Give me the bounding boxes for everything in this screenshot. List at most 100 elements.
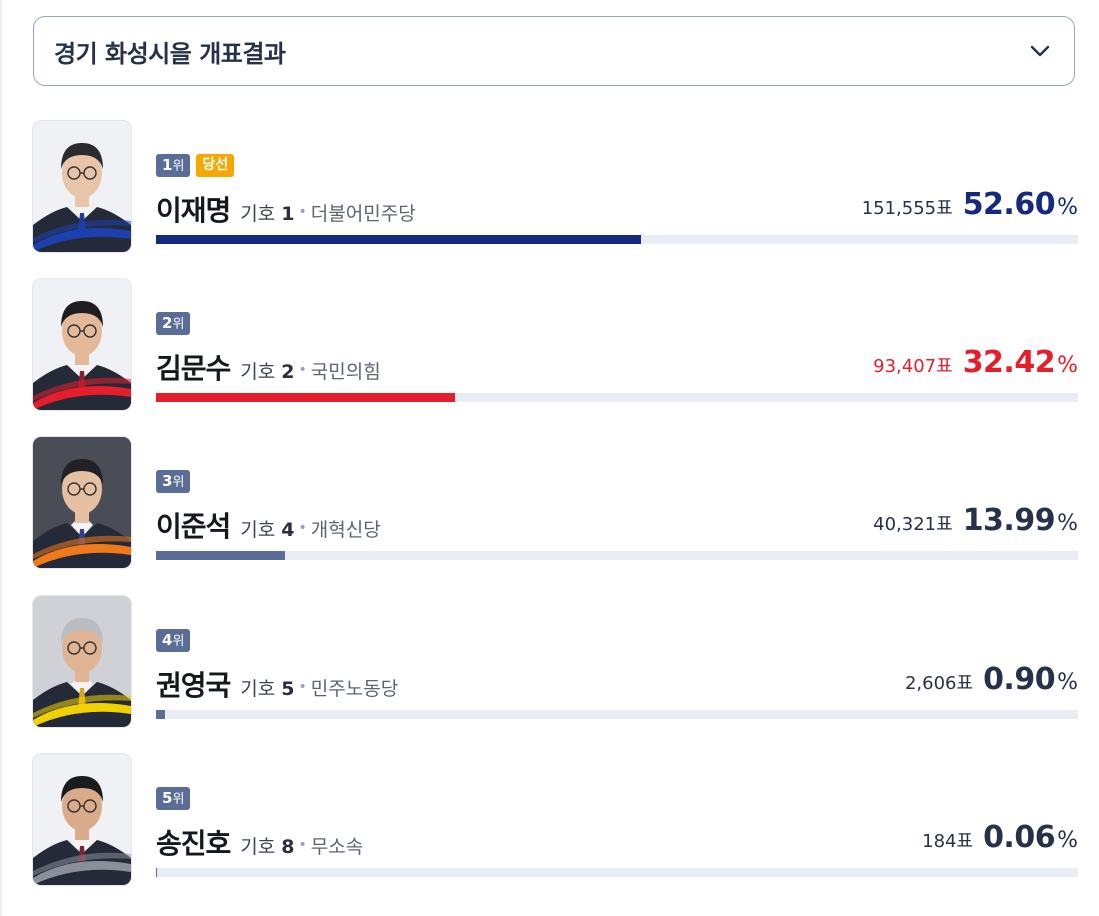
ballot-number-label: 기호: [240, 678, 276, 700]
vote-share-bar: [156, 868, 1078, 877]
rank-badge: 3위: [156, 470, 191, 493]
candidate-row: 5위 송진호 기호 8 • 무소속 184표 0.06%: [33, 754, 1078, 886]
vote-result: 93,407표 32.42%: [873, 345, 1078, 380]
vote-percent: 32.42: [962, 345, 1056, 380]
vote-count-value: 2,606: [904, 673, 957, 694]
ballot-number-value: 8: [281, 836, 295, 858]
district-select[interactable]: 경기 화성시을 개표결과: [33, 16, 1075, 86]
separator-dot: •: [298, 679, 307, 695]
vote-percent: 0.90: [983, 662, 1056, 697]
candidate-photo: [33, 279, 131, 410]
vote-share-fill: [156, 235, 641, 244]
rank-badge: 2위: [156, 312, 191, 335]
candidate-name: 권영국: [156, 669, 231, 702]
party-name: 국민의힘: [310, 361, 381, 383]
badge-group: 5위: [156, 787, 191, 810]
ballot-number-label: 기호: [240, 519, 276, 541]
rank-suffix: 위: [172, 792, 185, 807]
vote-count-unit: 표: [956, 673, 974, 694]
vote-count: 151,555표: [862, 194, 953, 220]
vote-count-unit: 표: [936, 198, 953, 219]
district-select-label: 경기 화성시을 개표결과: [54, 39, 286, 68]
vote-count-value: 93,407: [873, 356, 937, 377]
candidate-photo: [33, 437, 131, 568]
candidate-info: 2위 김문수 기호 2 • 국민의힘 93,407표 32.42%: [156, 279, 1078, 410]
vote-share-fill: [156, 710, 165, 719]
left-divider: [0, 0, 2, 916]
name-line: 이준석 기호 4 • 개혁신당: [156, 505, 381, 545]
vote-result: 151,555표 52.60%: [862, 187, 1078, 222]
name-line: 송진호 기호 8 • 무소속: [156, 822, 363, 862]
badge-group: 3위: [156, 470, 191, 493]
rank-number: 4: [162, 631, 173, 649]
party-name: 민주노동당: [310, 678, 399, 700]
badge-group: 2위: [156, 312, 191, 335]
rank-badge: 1위: [156, 154, 191, 177]
vote-share-bar: [156, 235, 1078, 244]
party-name: 더불어민주당: [310, 203, 416, 225]
vote-count-value: 184: [922, 831, 957, 852]
ballot-number: 기호 1: [240, 199, 294, 226]
candidate-name: 이준석: [156, 510, 231, 543]
ballot-number-value: 4: [281, 519, 295, 541]
separator-dot: •: [298, 520, 307, 536]
vote-count: 93,407표: [873, 352, 953, 378]
vote-share-bar: [156, 551, 1078, 560]
chevron-down-icon[interactable]: [1028, 39, 1052, 63]
vote-count-value: 151,555: [861, 198, 937, 219]
vote-count-unit: 표: [936, 356, 953, 377]
badge-group: 4위: [156, 629, 191, 652]
ballot-number: 기호 2: [240, 357, 294, 384]
candidate-info: 1위 당선 이재명 기호 1 • 더불어민주당 151,555표 52.60%: [156, 121, 1078, 252]
name-line: 권영국 기호 5 • 민주노동당: [156, 664, 398, 704]
ballot-number: 기호 5: [240, 674, 294, 701]
separator-dot: •: [298, 362, 307, 378]
rank-suffix: 위: [172, 475, 185, 490]
rank-number: 1: [162, 156, 173, 174]
ballot-number-label: 기호: [240, 203, 276, 225]
candidate-photo: [33, 754, 131, 885]
candidate-row: 2위 김문수 기호 2 • 국민의힘 93,407표 32.42%: [33, 279, 1078, 411]
vote-result: 2,606표 0.90%: [905, 662, 1078, 697]
vote-count: 40,321표: [873, 510, 953, 536]
ballot-number-value: 5: [281, 678, 295, 700]
rank-suffix: 위: [172, 634, 185, 649]
ballot-number: 기호 4: [240, 515, 294, 542]
vote-share-fill: [156, 393, 455, 402]
ballot-number-label: 기호: [240, 836, 276, 858]
vote-count-unit: 표: [956, 831, 974, 852]
candidate-photo: [33, 121, 131, 252]
rank-suffix: 위: [172, 317, 185, 332]
candidate-info: 3위 이준석 기호 4 • 개혁신당 40,321표 13.99%: [156, 437, 1078, 568]
vote-share-bar: [156, 393, 1078, 402]
party-name: 개혁신당: [310, 519, 381, 541]
candidate-info: 4위권영국 기호 5 • 민주노동당 2,606표 0.90%: [156, 596, 1078, 727]
vote-count-value: 40,321: [873, 514, 937, 535]
party-name: 무소속: [310, 836, 364, 858]
rank-badge: 5위: [156, 787, 191, 810]
rank-badge: 4위: [156, 629, 191, 652]
vote-count: 2,606표: [905, 669, 973, 695]
vote-result: 40,321표 13.99%: [873, 503, 1078, 538]
candidate-name: 송진호: [156, 827, 231, 860]
percent-sign: %: [1057, 353, 1078, 378]
candidate-row: 3위 이준석 기호 4 • 개혁신당 40,321표 13.99%: [33, 437, 1078, 569]
ballot-number: 기호 8: [240, 832, 294, 859]
vote-percent: 52.60: [962, 187, 1056, 222]
elected-badge: 당선: [196, 154, 235, 177]
vote-percent: 13.99: [962, 503, 1056, 538]
rank-number: 5: [162, 789, 173, 807]
vote-count-unit: 표: [936, 514, 953, 535]
ballot-number-value: 2: [281, 361, 295, 383]
vote-count: 184표: [922, 827, 973, 853]
percent-sign: %: [1057, 670, 1078, 695]
candidate-name: 이재명: [156, 194, 231, 227]
badge-group: 1위 당선: [156, 154, 235, 177]
vote-share-fill: [156, 868, 157, 877]
percent-sign: %: [1057, 195, 1078, 220]
candidate-row: 4위권영국 기호 5 • 민주노동당 2,606표 0.90%: [33, 596, 1078, 728]
rank-number: 3: [162, 472, 173, 490]
percent-sign: %: [1057, 828, 1078, 853]
candidate-row: 1위 당선 이재명 기호 1 • 더불어민주당 151,555표 52.60%: [33, 121, 1078, 253]
rank-suffix: 위: [172, 159, 185, 174]
